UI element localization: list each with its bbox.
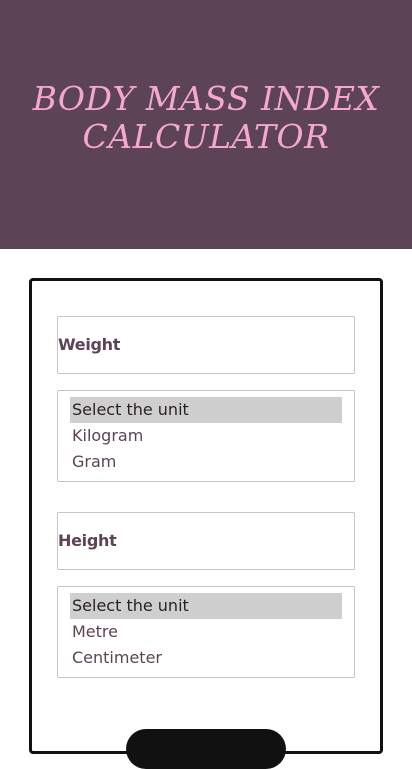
weight-input[interactable]: Weight bbox=[57, 316, 355, 374]
page-title-line-1: Body Mass Index bbox=[32, 79, 380, 118]
calculate-button[interactable] bbox=[126, 729, 286, 769]
app-header: Body Mass Index Calculator bbox=[0, 0, 412, 249]
height-input[interactable]: Height bbox=[57, 512, 355, 570]
height-unit-option[interactable]: Select the unit bbox=[70, 593, 342, 619]
weight-unit-option[interactable]: Gram bbox=[70, 449, 342, 475]
height-input-placeholder: Height bbox=[58, 531, 117, 550]
weight-unit-option[interactable]: Kilogram bbox=[70, 423, 342, 449]
bmi-form-card: Weight Select the unit Kilogram Gram Hei… bbox=[29, 278, 383, 754]
page-title-line-2: Calculator bbox=[82, 117, 330, 156]
weight-unit-select[interactable]: Select the unit Kilogram Gram bbox=[57, 390, 355, 482]
page-title: Body Mass Index Calculator bbox=[0, 80, 412, 156]
height-unit-option[interactable]: Centimeter bbox=[70, 645, 342, 671]
height-unit-option[interactable]: Metre bbox=[70, 619, 342, 645]
weight-input-placeholder: Weight bbox=[58, 335, 121, 354]
height-unit-select[interactable]: Select the unit Metre Centimeter bbox=[57, 586, 355, 678]
weight-unit-option[interactable]: Select the unit bbox=[70, 397, 342, 423]
